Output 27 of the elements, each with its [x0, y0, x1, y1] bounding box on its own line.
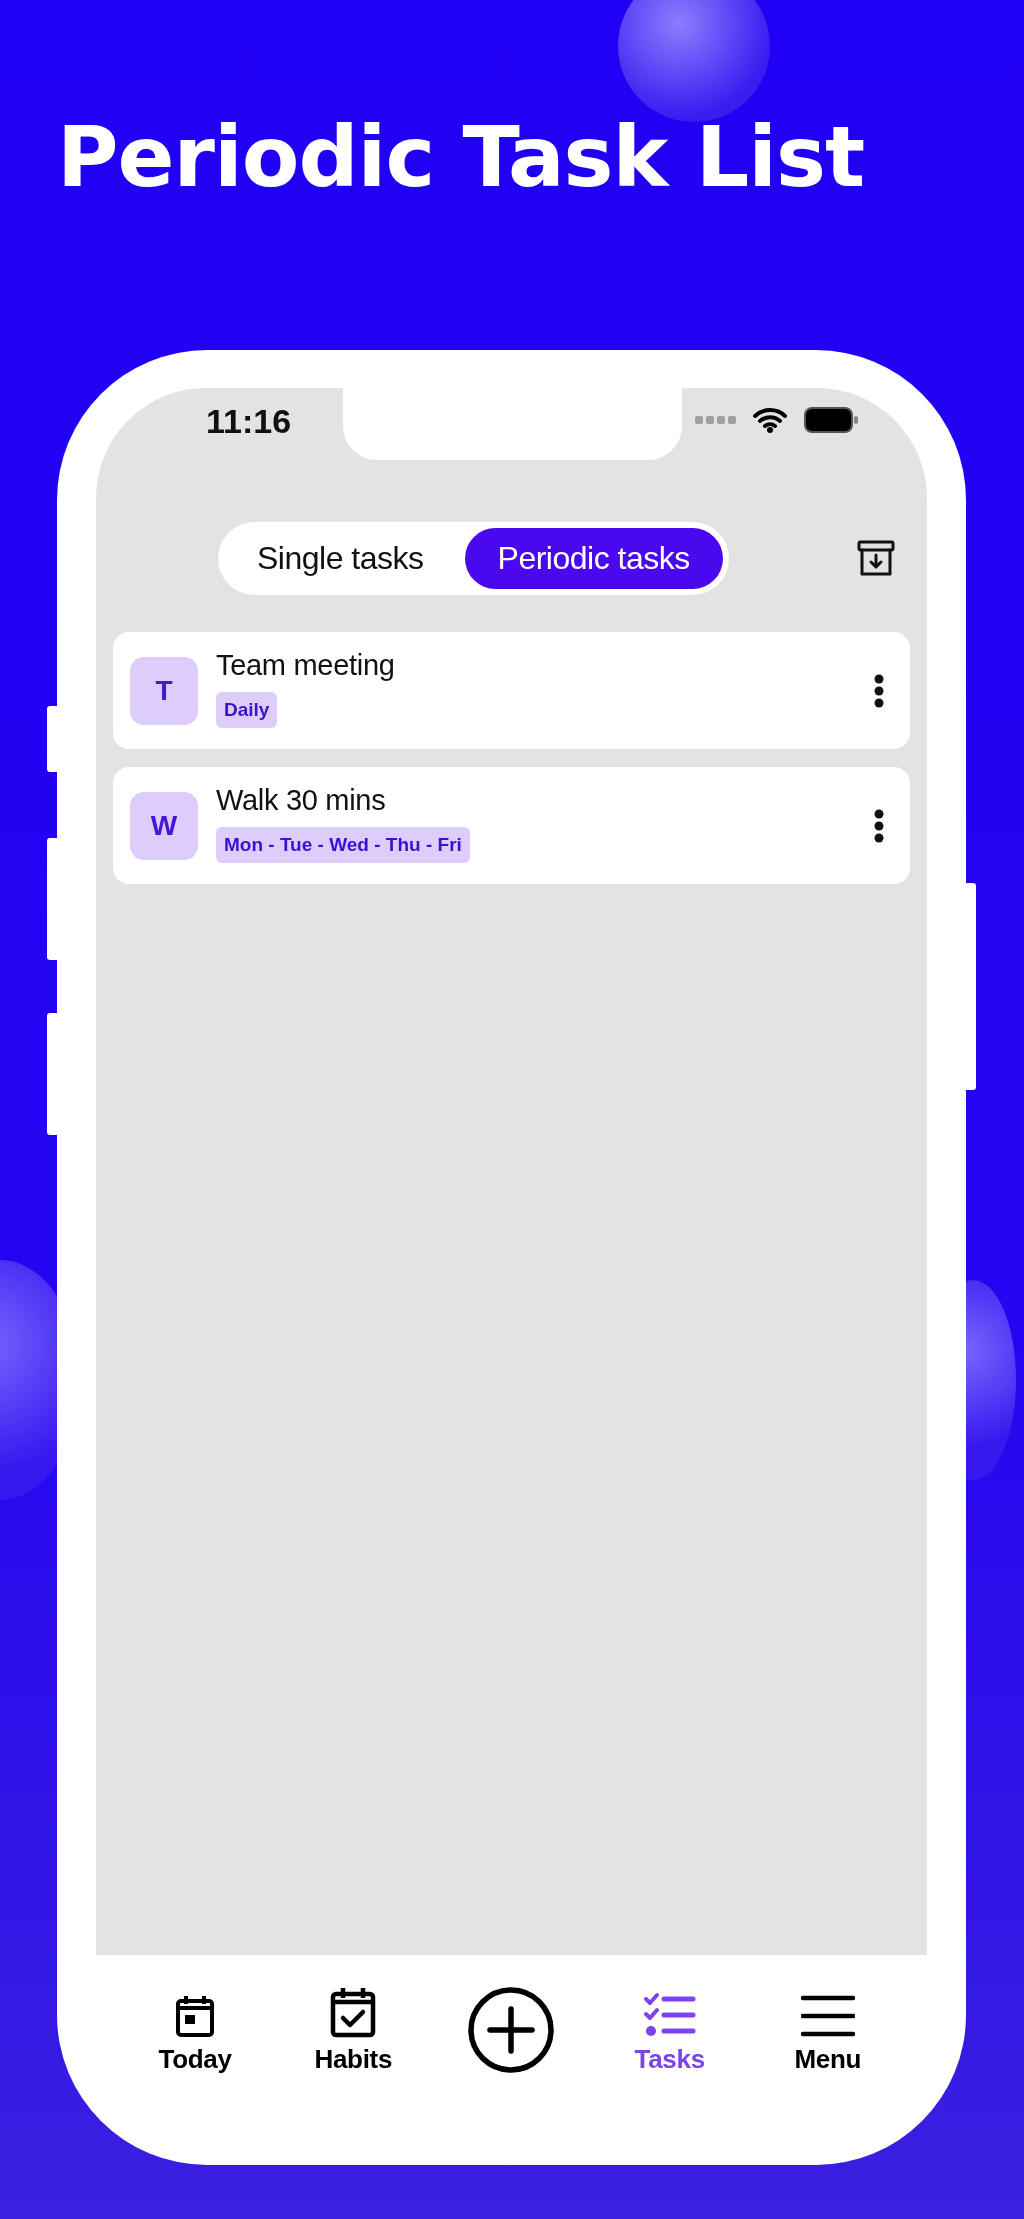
task-initial: T [130, 656, 198, 725]
tab-item[interactable]: Today [130, 1985, 261, 2075]
segment-tab[interactable]: Periodic tasks [464, 527, 723, 589]
segment-tab[interactable]: Single tasks [224, 527, 457, 589]
calendar-icon [175, 1993, 216, 2038]
signal-icon [695, 415, 737, 425]
task-initial: W [130, 791, 198, 860]
tab-item[interactable]: Habits [288, 1985, 419, 2075]
archive-icon[interactable] [857, 539, 895, 577]
tab-item[interactable]: Tasks [604, 1985, 735, 2075]
page-title: Periodic Task List [57, 108, 865, 206]
add-icon [467, 1986, 556, 2074]
more-options-icon[interactable] [874, 808, 884, 843]
task-card[interactable]: T Team meeting Daily [113, 632, 910, 749]
schedule-tag: Daily [216, 692, 278, 728]
schedule-tag: Mon - Tue - Wed - Thu - Fri [216, 827, 470, 863]
task-title: Team meeting [216, 649, 395, 682]
battery-icon [803, 406, 859, 434]
more-options-icon[interactable] [874, 673, 884, 708]
task-title: Walk 30 mins [216, 784, 386, 817]
menu-icon [800, 1993, 855, 2038]
tab-item[interactable]: Menu [762, 1985, 893, 2075]
checklist-icon [643, 1991, 696, 2038]
task-card[interactable]: W Walk 30 mins Mon - Tue - Wed - Thu - Fri [113, 767, 910, 884]
status-time: 11:16 [206, 402, 292, 441]
wifi-icon [753, 407, 787, 433]
calendar-check-icon [330, 1985, 377, 2038]
